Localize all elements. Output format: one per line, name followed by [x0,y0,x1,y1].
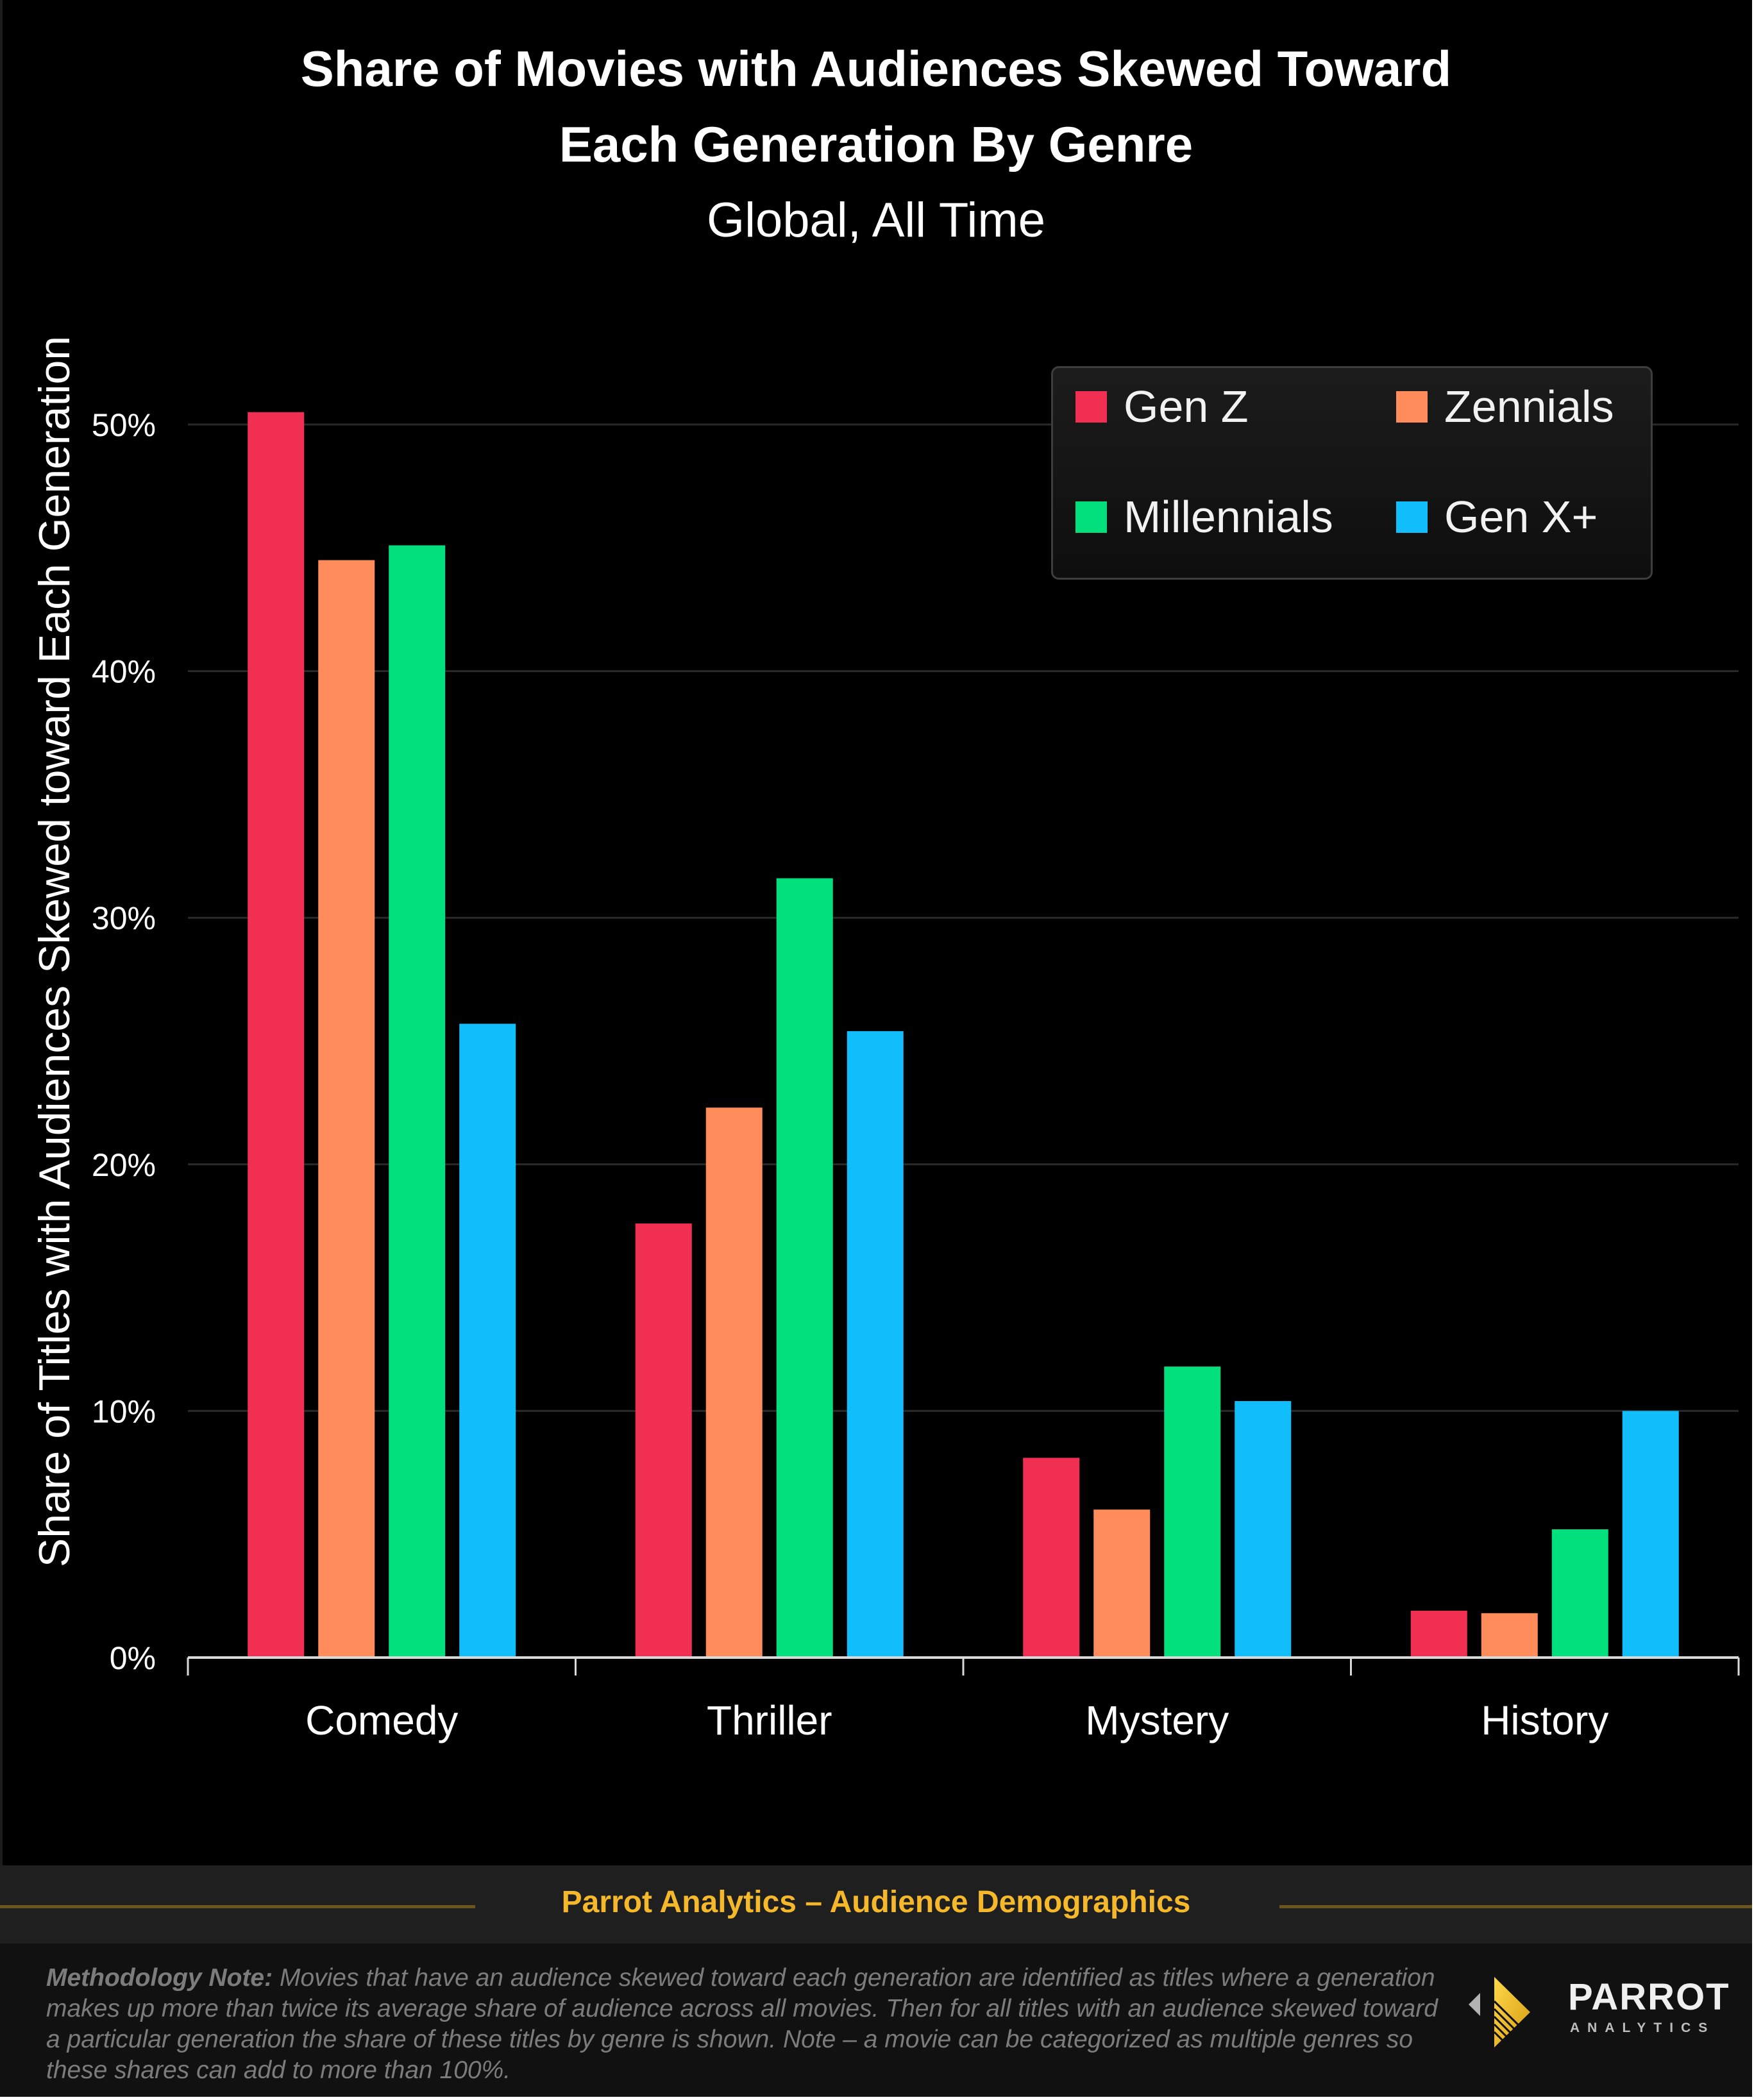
methodology-section: Methodology Note: Movies that have an au… [0,1944,1752,2097]
bar [1551,1529,1608,1658]
legend-item-gen-x-plus: Gen X+ [1396,491,1598,542]
category-label: History [1481,1697,1608,1743]
legend: Gen Z Zennials Millennials Gen X+ [1051,366,1653,580]
chart-title-line-2: Each Generation By Genre [559,116,1193,172]
footer-title: Parrot Analytics – Audience Demographics [561,1885,1191,1919]
legend-swatch-millennials [1075,501,1107,533]
category-labels: Comedy Thriller Mystery History [305,1697,1608,1743]
y-tick-label: 40% [92,654,156,690]
bar-chart: 0% 10% 20% 30% 40% 50% Comedy Thriller Mystery H… [92,407,1740,1743]
legend-label: Millennials [1124,492,1333,542]
y-tick-labels: 0% 10% 20% 30% 40% 50% [92,407,156,1676]
footer-band: Parrot Analytics – Audience Demographics [0,1865,1752,1944]
category-label: Mystery [1085,1697,1229,1743]
bar [1023,1457,1080,1658]
bar [389,545,446,1658]
legend-item-millennials: Millennials [1075,491,1333,542]
logo-wordmark: PARROT [1568,1976,1730,2018]
chart-canvas: 0% 10% 20% 30% 40% 50% Comedy Thriller Mystery H… [0,0,1752,2097]
legend-label: Gen Z [1124,382,1249,432]
bar [1622,1411,1679,1658]
bar [776,878,833,1658]
bar [248,412,305,1658]
bar [847,1031,904,1658]
parrot-logo-icon [1469,1977,1531,2054]
bar [1410,1610,1467,1658]
bar [635,1223,692,1658]
legend-label: Gen X+ [1444,492,1598,542]
category-label: Thriller [707,1697,832,1743]
bar [1481,1613,1538,1658]
legend-item-zennials: Zennials [1396,381,1614,432]
methodology-label: Methodology Note: [46,1964,273,1992]
bar [1235,1401,1292,1658]
category-label: Comedy [305,1697,458,1743]
bar [318,560,375,1658]
y-tick-label: 10% [92,1393,156,1429]
y-tick-label: 30% [92,900,156,936]
bar [1093,1509,1151,1658]
legend-swatch-gen-z [1075,391,1107,423]
bar [1164,1366,1221,1658]
y-tick-label: 0% [110,1640,156,1676]
y-axis-label: Share of Titles with Audiences Skewed to… [30,335,79,1568]
legend-item-gen-z: Gen Z [1075,381,1249,432]
chart-subtitle: Global, All Time [707,193,1045,248]
logo-subtext: ANALYTICS [1570,2020,1716,2035]
bar [705,1107,763,1658]
legend-label: Zennials [1444,382,1614,432]
chart-title-line-1: Share of Movies with Audiences Skewed To… [300,40,1452,97]
y-tick-label: 50% [92,407,156,443]
bar [459,1023,516,1658]
legend-swatch-zennials [1396,391,1428,423]
x-axis [187,1656,1740,1676]
parrot-analytics-logo: PARROT ANALYTICS [1469,1976,1729,2054]
y-tick-label: 20% [92,1147,156,1183]
bars [248,412,1679,1658]
methodology-note: Methodology Note: Movies that have an au… [46,1963,1444,2086]
legend-swatch-gen-x-plus [1396,501,1428,533]
